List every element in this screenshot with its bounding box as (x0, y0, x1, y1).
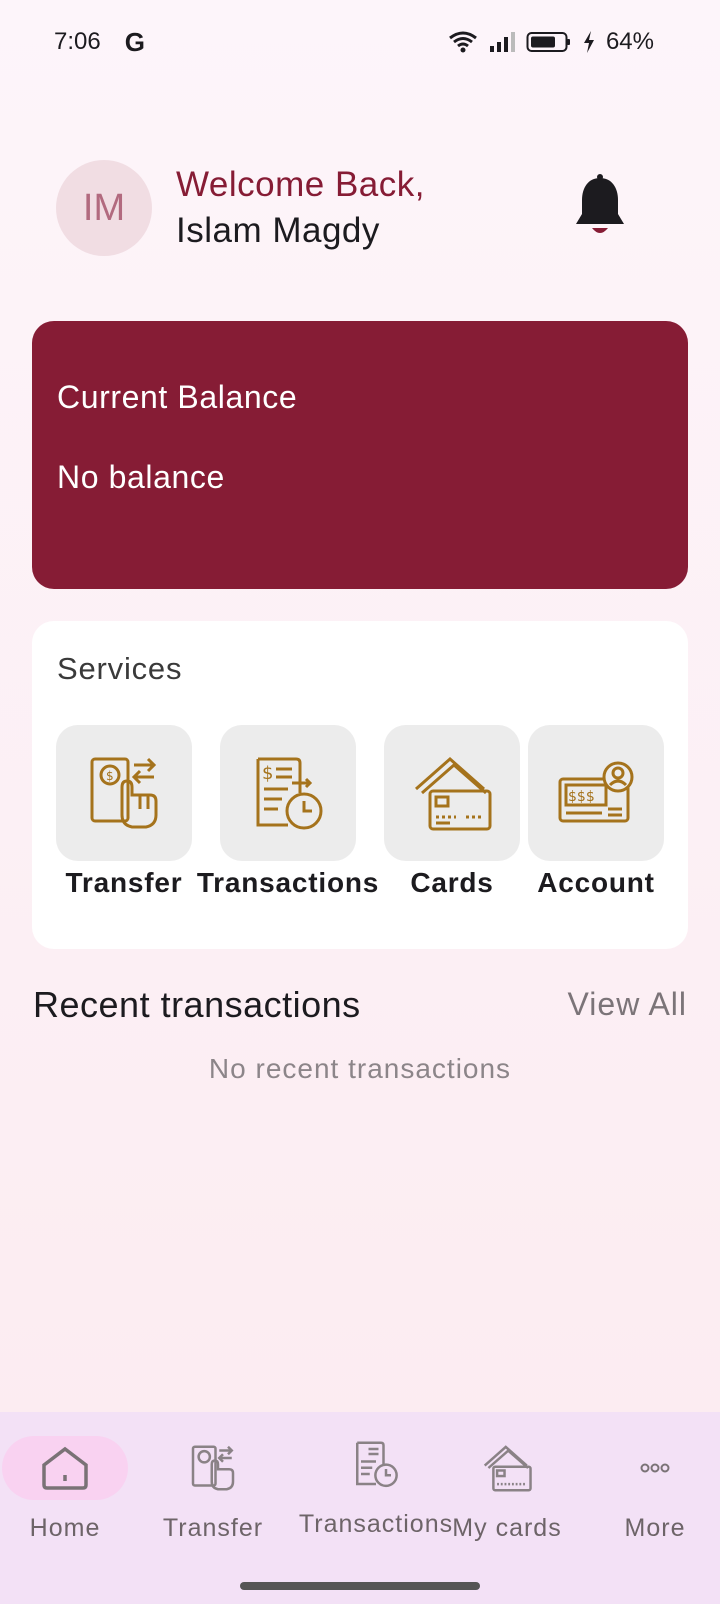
recent-transactions-title: Recent transactions (33, 984, 361, 1025)
nav-home-label: Home (29, 1514, 101, 1542)
user-name: Islam Magdy (176, 211, 380, 250)
nav-more-label: More (624, 1514, 686, 1542)
nav-transactions-icon-wrap (313, 1432, 439, 1496)
status-time: 7:06 (54, 28, 101, 55)
transfer-icon: $ (90, 757, 158, 829)
transactions-icon (356, 1441, 398, 1488)
header: IM Welcome Back, Islam Magdy (56, 160, 656, 256)
service-cards-label: Cards (410, 867, 494, 898)
transfer-icon (191, 1445, 235, 1491)
nav-transactions[interactable]: Transactions (298, 1432, 454, 1572)
nav-transfer-label: Transfer (162, 1514, 264, 1542)
status-left: 7:06 G (54, 27, 145, 58)
nav-transfer[interactable]: Transfer (150, 1436, 276, 1576)
charging-icon (583, 31, 594, 53)
svg-text:$: $ (106, 769, 114, 783)
google-icon: G (124, 26, 145, 57)
transactions-icon: $ (256, 757, 323, 830)
bottom-navigation: Home Transfer Transactions My cards More (0, 1412, 720, 1604)
wifi-icon (449, 31, 477, 53)
service-transfer-button[interactable]: $ (56, 725, 192, 861)
nav-home[interactable]: Home (2, 1436, 128, 1576)
empty-transactions-message: No recent transactions (208, 1053, 512, 1084)
battery-percent: 64% (605, 28, 654, 55)
cards-icon (415, 756, 492, 831)
notification-bell-icon[interactable] (572, 174, 628, 244)
signal-icon (489, 32, 515, 52)
service-transactions-label: Transactions (196, 867, 380, 898)
nav-transactions-label: Transactions (298, 1510, 454, 1538)
service-account-label: Account (537, 867, 655, 898)
account-icon: $$$ (558, 761, 634, 823)
avatar-initials: IM (82, 186, 126, 229)
service-cards-button[interactable] (384, 725, 520, 861)
welcome-text: Welcome Back, (176, 165, 425, 204)
home-gesture-bar[interactable] (240, 1582, 480, 1590)
nav-my-cards-label: My cards (452, 1514, 562, 1542)
service-account-button[interactable]: $$$ (528, 725, 664, 861)
more-icon (640, 1463, 670, 1473)
service-transactions-button[interactable]: $ (220, 725, 356, 861)
nav-cards-icon-wrap (444, 1436, 570, 1500)
nav-transfer-icon-wrap (150, 1436, 276, 1500)
nav-my-cards[interactable]: My cards (452, 1436, 562, 1576)
nav-home-indicator (2, 1436, 128, 1500)
balance-card: Current Balance No balance (32, 321, 688, 589)
balance-label: Current Balance (57, 379, 298, 415)
greeting: Welcome Back, Islam Magdy (176, 162, 425, 254)
services-card: Services $ Transfer $ Transactions Cards… (32, 621, 688, 949)
service-transfer-label: Transfer (65, 867, 183, 898)
services-title: Services (57, 651, 183, 686)
svg-text:$: $ (262, 763, 273, 784)
balance-value: No balance (57, 459, 225, 495)
nav-more-icon-wrap (592, 1436, 718, 1500)
status-right: 64% (448, 28, 654, 56)
svg-text:$$$: $$$ (568, 789, 595, 805)
nav-more[interactable]: More (592, 1436, 718, 1576)
home-icon (42, 1446, 88, 1490)
status-bar: 7:06 G 64% (0, 0, 720, 84)
avatar[interactable]: IM (56, 160, 152, 256)
cards-icon (483, 1445, 532, 1492)
view-all-link[interactable]: View All (568, 986, 687, 1023)
battery-icon (526, 32, 570, 52)
